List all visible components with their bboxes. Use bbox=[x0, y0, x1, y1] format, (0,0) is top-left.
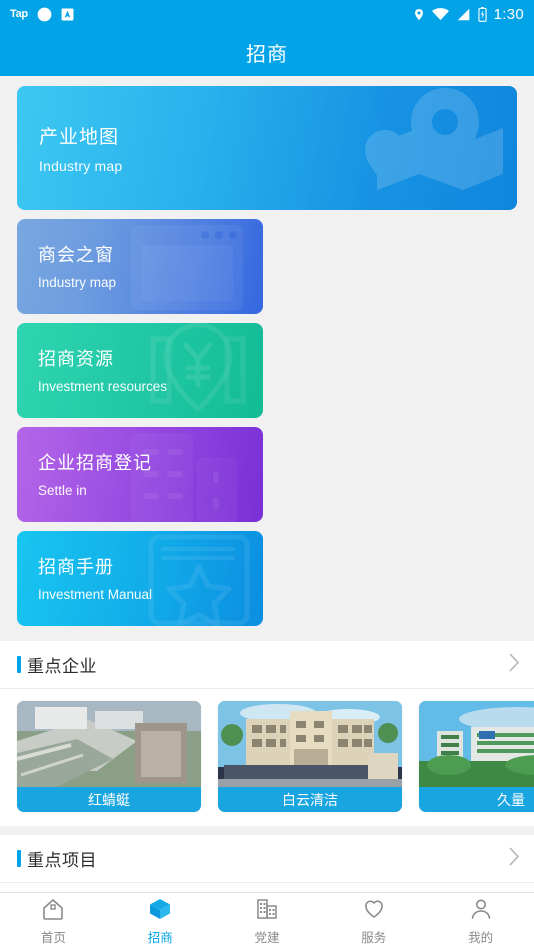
enterprise-card-rail[interactable]: 红蜻蜓 白云清洁 久量 bbox=[0, 689, 534, 826]
banner-text: 产业地图 Industry map bbox=[39, 122, 122, 174]
section-divider bbox=[0, 626, 534, 641]
banner-title-cn: 产业地图 bbox=[39, 127, 120, 148]
grid-card-title-cn: 招商手册 bbox=[38, 557, 114, 577]
section-header[interactable]: 重点企业 bbox=[0, 641, 534, 689]
page-title: 招商 bbox=[0, 28, 534, 76]
enterprise-photo bbox=[419, 701, 534, 787]
quick-link-grid: 商会之窗 Industry map 招商资源 Investment resour… bbox=[0, 210, 534, 626]
grid-card-investment-resources[interactable]: 招商资源 Investment resources bbox=[17, 323, 263, 418]
wifi-icon bbox=[431, 7, 449, 21]
tab-service[interactable]: 服务 bbox=[320, 893, 427, 950]
section-header[interactable]: 重点项目 bbox=[0, 835, 534, 883]
section-key-projects: 重点项目 bbox=[0, 835, 534, 892]
grid-card-title-cn: 商会之窗 bbox=[38, 245, 114, 265]
tab-label: 我的 bbox=[468, 931, 494, 945]
grid-card-title-cn: 企业招商登记 bbox=[38, 453, 152, 473]
compass-icon bbox=[37, 7, 52, 22]
location-icon bbox=[413, 7, 425, 22]
grid-card-title-en: Settle in bbox=[38, 483, 87, 498]
page-title-text: 招商 bbox=[246, 43, 288, 66]
enterprise-label: 白云清洁 bbox=[218, 787, 402, 812]
chevron-right-icon[interactable] bbox=[509, 652, 520, 677]
status-bar-clock: 1:30 bbox=[493, 5, 524, 23]
browser-window-icon bbox=[131, 225, 243, 310]
enterprise-photo bbox=[218, 701, 402, 787]
grid-card-settle-in[interactable]: 企业招商登记 Settle in bbox=[17, 427, 263, 522]
grid-card-text: 招商资源 Investment resources bbox=[38, 345, 167, 394]
heart-icon bbox=[362, 897, 386, 924]
tab-label: 招商 bbox=[147, 931, 173, 945]
map-pin-icon bbox=[365, 88, 503, 190]
enterprise-card[interactable]: 红蜻蜓 bbox=[17, 701, 201, 812]
section-title: 重点企业 bbox=[27, 657, 97, 676]
grid-card-chamber-window[interactable]: 商会之窗 Industry map bbox=[17, 219, 263, 314]
app-badge-icon bbox=[61, 8, 74, 21]
section-accent-bar bbox=[17, 850, 21, 867]
status-bar: Tap 1:30 bbox=[0, 0, 534, 28]
enterprise-card[interactable]: 久量 bbox=[419, 701, 534, 812]
tap-logo: Tap bbox=[10, 8, 28, 20]
enterprise-card[interactable]: 白云清洁 bbox=[218, 701, 402, 812]
section-divider bbox=[0, 826, 534, 835]
home-icon bbox=[41, 897, 65, 924]
banner-title-en: Industry map bbox=[39, 158, 123, 174]
section-accent-bar bbox=[17, 656, 21, 673]
scroll-content[interactable]: 产业地图 Industry map 商会之窗 Industry map 招商资源… bbox=[0, 76, 534, 892]
grid-card-text: 企业招商登记 Settle in bbox=[38, 449, 152, 498]
status-bar-left: Tap bbox=[10, 7, 74, 22]
grid-card-title-en: Industry map bbox=[38, 275, 117, 290]
project-card-rail[interactable]: 恒盛大厦 bbox=[0, 883, 534, 892]
grid-card-text: 商会之窗 Industry map bbox=[38, 241, 116, 290]
banner-panel: 产业地图 Industry map bbox=[0, 76, 534, 210]
tab-label: 首页 bbox=[40, 931, 66, 945]
section-title: 重点项目 bbox=[27, 851, 97, 870]
grid-card-text: 招商手册 Investment Manual bbox=[38, 553, 152, 602]
tab-label: 服务 bbox=[361, 931, 387, 945]
chevron-right-icon[interactable] bbox=[509, 846, 520, 871]
tab-mine[interactable]: 我的 bbox=[427, 893, 534, 950]
bottom-tab-bar: 首页 招商 党建 服务 我的 bbox=[0, 892, 534, 950]
tab-investment[interactable]: 招商 bbox=[107, 893, 214, 950]
signal-icon bbox=[456, 8, 471, 21]
cube-icon bbox=[148, 897, 172, 924]
buildings-icon bbox=[255, 897, 279, 924]
enterprise-photo bbox=[17, 701, 201, 787]
enterprise-label: 久量 bbox=[419, 787, 534, 812]
tab-home[interactable]: 首页 bbox=[0, 893, 107, 950]
battery-icon bbox=[478, 6, 487, 22]
grid-card-investment-manual[interactable]: 招商手册 Investment Manual bbox=[17, 531, 263, 626]
person-icon bbox=[469, 897, 493, 924]
tab-party-building[interactable]: 党建 bbox=[214, 893, 321, 950]
tab-label: 党建 bbox=[254, 931, 280, 945]
star-book-icon bbox=[148, 534, 250, 626]
enterprise-label: 红蜻蜓 bbox=[17, 787, 201, 812]
section-key-enterprises: 重点企业 红蜻蜓 白云清洁 久量 bbox=[0, 641, 534, 826]
grid-card-title-cn: 招商资源 bbox=[38, 349, 114, 369]
banner-industry-map[interactable]: 产业地图 Industry map bbox=[17, 86, 517, 210]
status-bar-right: 1:30 bbox=[413, 6, 524, 23]
grid-card-title-en: Investment Manual bbox=[38, 587, 153, 602]
grid-card-title-en: Investment resources bbox=[38, 379, 168, 394]
